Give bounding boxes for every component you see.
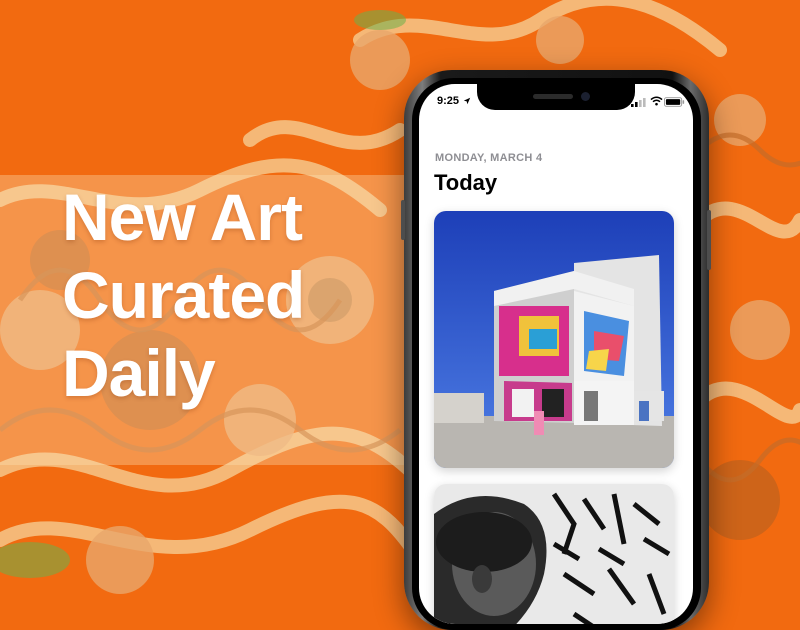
headline-line-1: New Art [62, 180, 303, 254]
art-card-2[interactable] [434, 484, 674, 624]
art-card-1[interactable] [434, 211, 674, 468]
headline-line-3: Daily [62, 336, 216, 410]
phone-side-button [401, 200, 405, 240]
headline: New Art Curated Daily [62, 178, 305, 412]
graffiti-building-image [434, 211, 674, 468]
phone-power-button [707, 210, 711, 270]
calligraffiti-portrait-image [434, 484, 674, 624]
today-title: Today [434, 170, 498, 195]
cellular-signal-icon [631, 97, 647, 110]
wifi-icon [650, 96, 663, 109]
battery-icon [664, 97, 685, 110]
phone-screen: 9:25 MONDAY, MARCH 4 Today [419, 84, 693, 624]
headline-line-2: Curated [62, 258, 305, 332]
status-time: 9:25 [437, 95, 460, 107]
location-arrow-icon [463, 96, 471, 108]
today-date-label: MONDAY, MARCH 4 [435, 152, 543, 164]
status-bar: 9:25 [419, 90, 693, 110]
